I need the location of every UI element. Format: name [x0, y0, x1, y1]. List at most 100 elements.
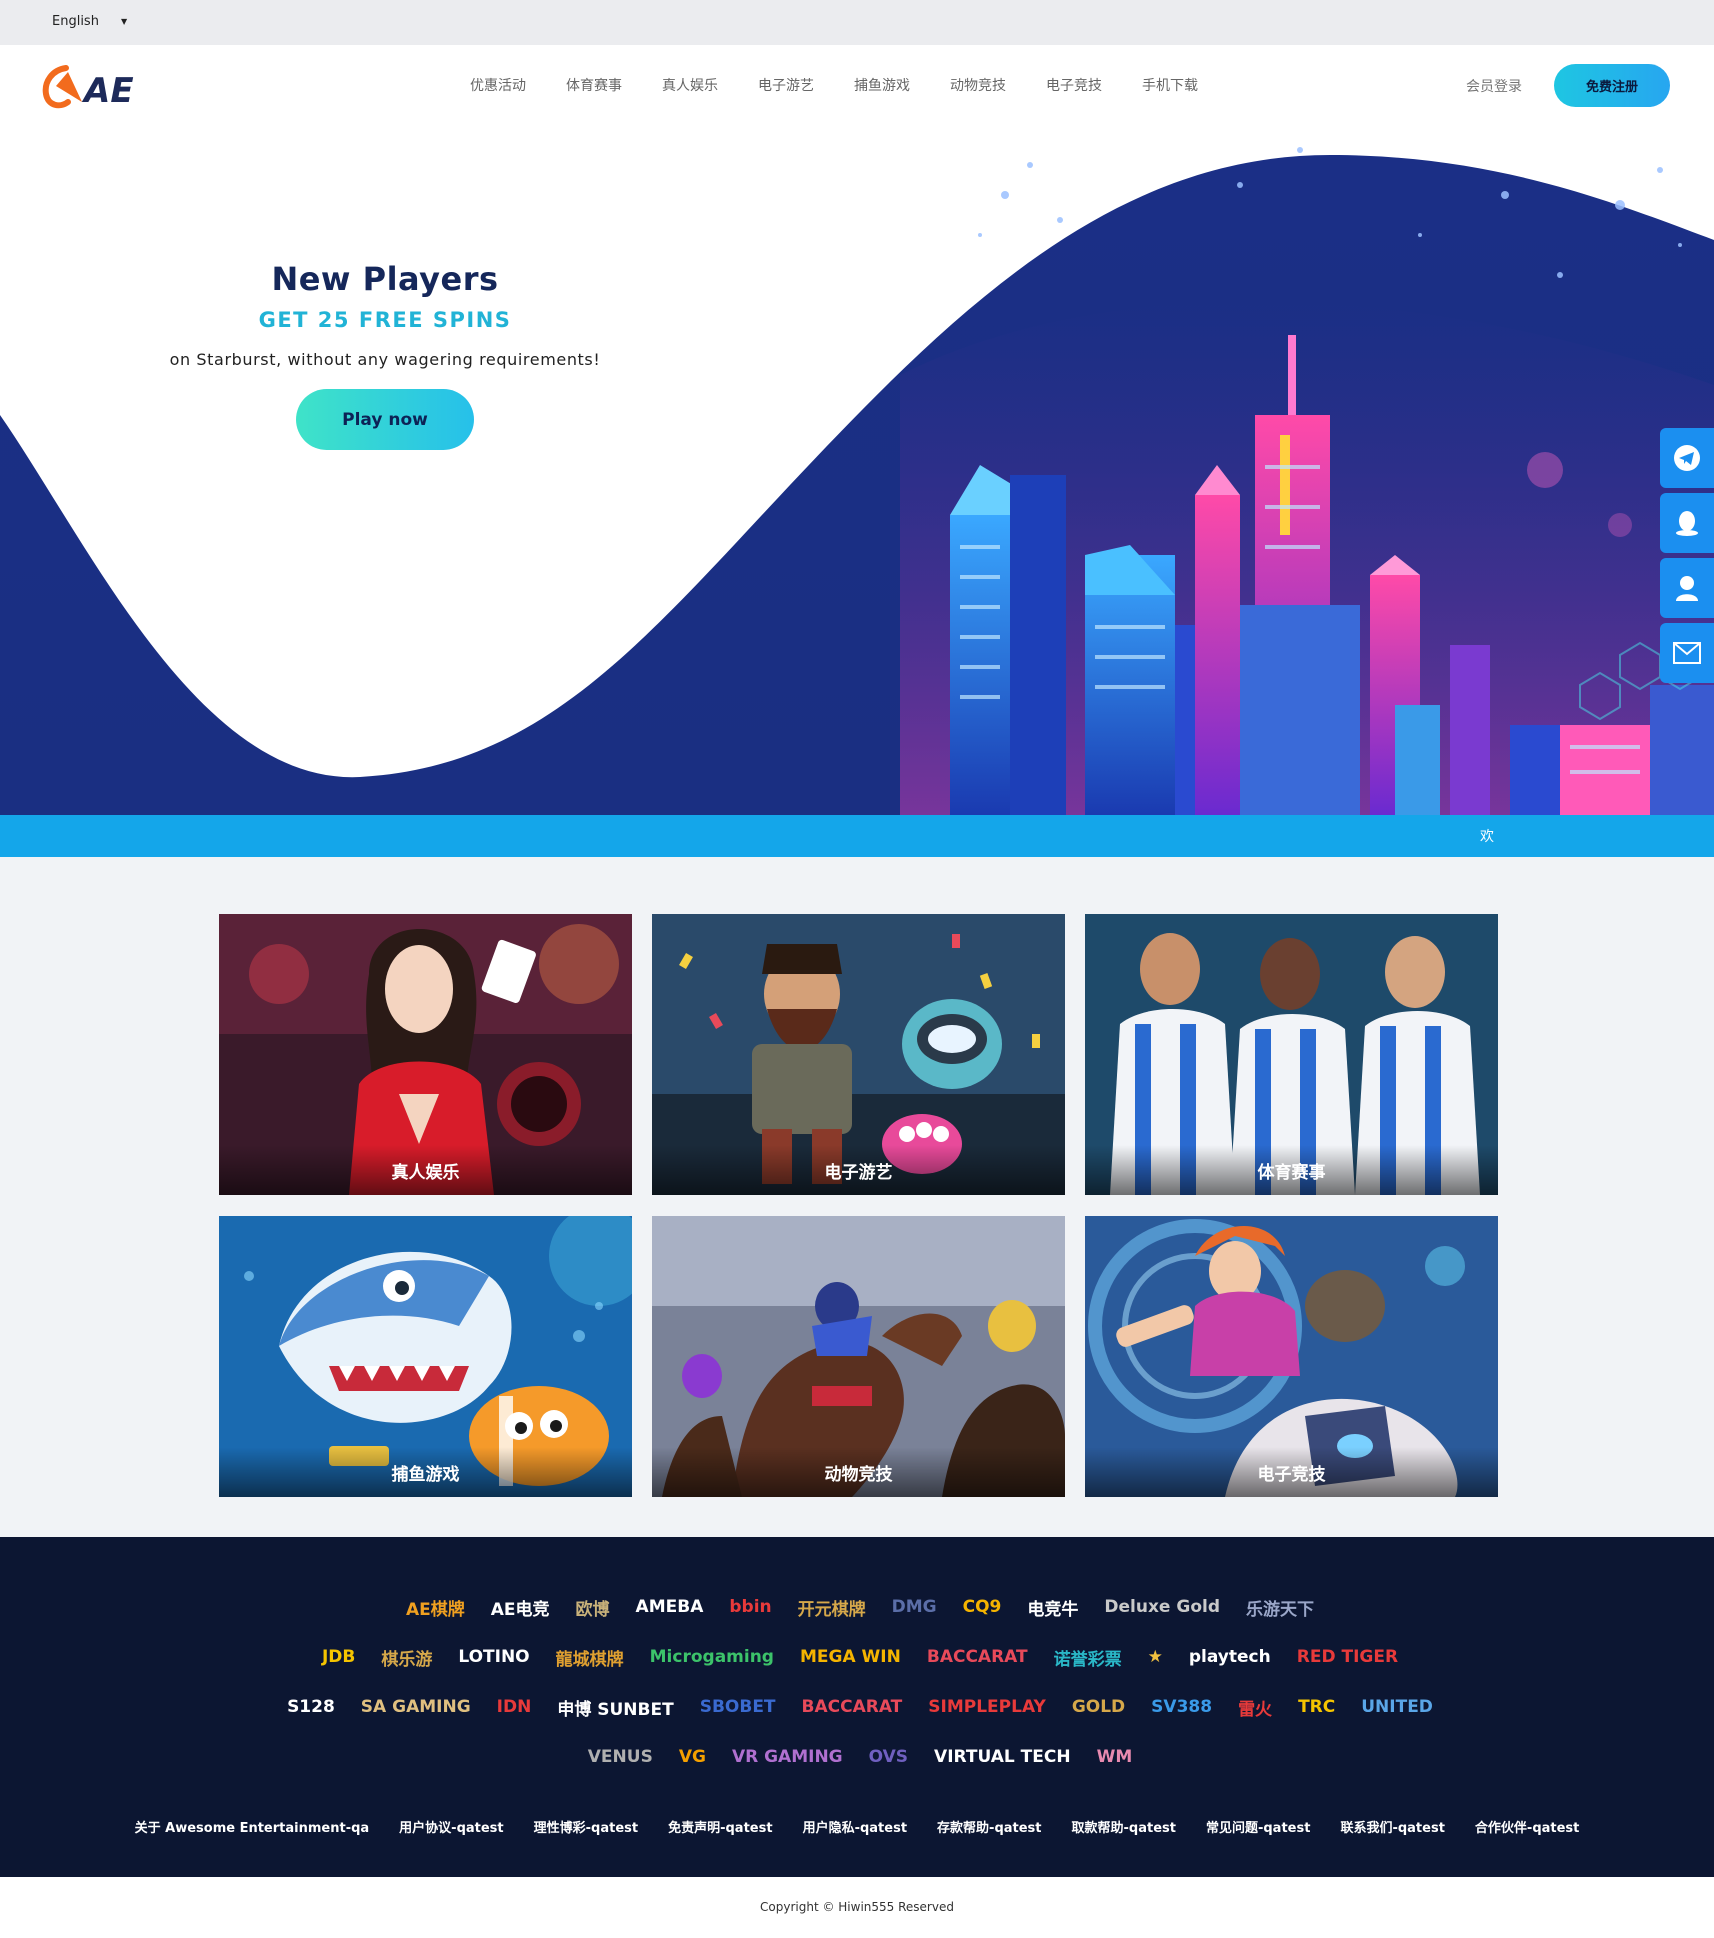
- nav-item-sports[interactable]: 体育赛事: [566, 75, 622, 95]
- ae-logo-icon: AE: [42, 65, 134, 111]
- footer-links: 关于 Awesome Entertainment-qa 用户协议-qatest 理性…: [0, 1817, 1714, 1836]
- footer-link[interactable]: 免责声明-qatest: [668, 1817, 772, 1836]
- nav-item-slots[interactable]: 电子游艺: [758, 75, 814, 95]
- provider-logo[interactable]: LOTINO: [458, 1647, 529, 1667]
- side-contact-bar: [1660, 428, 1714, 688]
- nav-item-animal[interactable]: 动物竞技: [950, 75, 1006, 95]
- provider-logo[interactable]: 棋乐游: [381, 1645, 432, 1670]
- provider-logo[interactable]: VR GAMING: [732, 1747, 843, 1767]
- game-tile-fishing[interactable]: 捕鱼游戏: [219, 1216, 632, 1497]
- play-now-button[interactable]: Play now: [296, 389, 474, 450]
- ticker-text: 欢: [1480, 829, 1494, 845]
- provider-logo[interactable]: AE棋牌: [406, 1595, 465, 1620]
- provider-logo[interactable]: S128: [287, 1697, 335, 1717]
- footer-link[interactable]: 联系我们-qatest: [1340, 1817, 1444, 1836]
- login-link[interactable]: 会员登录: [1466, 76, 1522, 96]
- game-tile-horse-racing[interactable]: 动物竞技: [652, 1216, 1065, 1497]
- language-label: English: [52, 14, 99, 29]
- provider-logo[interactable]: GOLD: [1072, 1697, 1125, 1717]
- provider-logo[interactable]: BACCARAT: [802, 1697, 903, 1717]
- nav-item-promotions[interactable]: 优惠活动: [470, 75, 526, 95]
- provider-logo[interactable]: 电竞牛: [1027, 1595, 1078, 1620]
- site-header: AE 优惠活动 体育赛事 真人娱乐 电子游艺 捕鱼游戏 动物竞技 电子竞技 手机…: [0, 45, 1714, 125]
- nav-item-esports[interactable]: 电子竞技: [1046, 75, 1102, 95]
- footer-link[interactable]: 常见问题-qatest: [1206, 1817, 1310, 1836]
- provider-logo[interactable]: SV388: [1151, 1697, 1212, 1717]
- provider-logo[interactable]: VENUS: [588, 1747, 653, 1767]
- hero-content: New Players GET 25 FREE SPINS on Starbur…: [150, 260, 620, 450]
- provider-logo[interactable]: SBOBET: [700, 1697, 776, 1717]
- provider-logo[interactable]: bbin: [729, 1597, 771, 1617]
- game-tile-sports[interactable]: 体育赛事: [1085, 914, 1498, 1195]
- support-icon[interactable]: [1660, 558, 1714, 618]
- register-button[interactable]: 免费注册: [1554, 64, 1670, 107]
- provider-logo[interactable]: AMEBA: [636, 1597, 704, 1617]
- footer-link[interactable]: 理性博彩-qatest: [534, 1817, 638, 1836]
- provider-logo[interactable]: VG: [679, 1747, 706, 1767]
- caret-down-icon: ▼: [120, 17, 128, 26]
- provider-logo[interactable]: 乐游天下: [1246, 1595, 1314, 1620]
- hero-banner: New Players GET 25 FREE SPINS on Starbur…: [0, 125, 1714, 815]
- nav-item-fishing[interactable]: 捕鱼游戏: [854, 75, 910, 95]
- provider-logo[interactable]: OVS: [869, 1747, 908, 1767]
- footer-link[interactable]: 用户隐私-qatest: [803, 1817, 907, 1836]
- provider-logo[interactable]: TRC: [1298, 1697, 1335, 1717]
- footer-link[interactable]: 合作伙伴-qatest: [1475, 1817, 1579, 1836]
- copyright: Copyright © Hiwin555 Reserved: [0, 1877, 1714, 1938]
- provider-logo[interactable]: 开元棋牌: [798, 1595, 866, 1620]
- game-tile-slots[interactable]: 电子游艺: [652, 914, 1065, 1195]
- footer-link[interactable]: 关于 Awesome Entertainment-qa: [135, 1817, 370, 1836]
- provider-logo[interactable]: AE电竞: [491, 1595, 550, 1620]
- provider-logo[interactable]: 诺誉彩票: [1054, 1645, 1122, 1670]
- logo[interactable]: AE: [42, 62, 138, 112]
- tile-label: 真人娱乐: [219, 1145, 632, 1195]
- main-nav: 优惠活动 体育赛事 真人娱乐 电子游艺 捕鱼游戏 动物竞技 电子竞技 手机下载: [470, 45, 1238, 125]
- provider-row: VENUS VG VR GAMING OVS VIRTUAL TECH WM: [260, 1732, 1460, 1782]
- game-tile-live-casino[interactable]: 真人娱乐: [219, 914, 632, 1195]
- provider-logo[interactable]: IDN: [497, 1697, 532, 1717]
- hero-description: on Starburst, without any wagering requi…: [169, 350, 601, 369]
- provider-logo[interactable]: WM: [1097, 1747, 1133, 1767]
- provider-logo[interactable]: VIRTUAL TECH: [934, 1747, 1071, 1767]
- hero-subtitle: GET 25 FREE SPINS: [258, 308, 512, 332]
- telegram-icon[interactable]: [1660, 428, 1714, 488]
- tile-label: 动物竞技: [652, 1447, 1065, 1497]
- footer-link[interactable]: 存款帮助-qatest: [937, 1817, 1041, 1836]
- provider-logo[interactable]: 申博 SUNBET: [557, 1695, 673, 1720]
- provider-logo[interactable]: 雷火: [1238, 1695, 1272, 1720]
- provider-logo[interactable]: ★: [1148, 1647, 1163, 1667]
- footer-link[interactable]: 取款帮助-qatest: [1072, 1817, 1176, 1836]
- language-bar: English ▼: [0, 0, 1714, 45]
- tile-label: 捕鱼游戏: [219, 1447, 632, 1497]
- game-tile-esports[interactable]: 电子竞技: [1085, 1216, 1498, 1497]
- hero-title: New Players: [271, 260, 499, 298]
- nav-item-live[interactable]: 真人娱乐: [662, 75, 718, 95]
- provider-logo[interactable]: SA GAMING: [361, 1697, 471, 1717]
- provider-logo[interactable]: 龍城棋牌: [556, 1645, 624, 1670]
- provider-logo[interactable]: UNITED: [1361, 1697, 1433, 1717]
- provider-logo[interactable]: Deluxe Gold: [1104, 1597, 1220, 1617]
- nav-item-mobile[interactable]: 手机下载: [1142, 75, 1198, 95]
- announcement-ticker: 欢: [0, 815, 1714, 857]
- footer-link[interactable]: 用户协议-qatest: [399, 1817, 503, 1836]
- provider-logo[interactable]: BACCARAT: [927, 1647, 1028, 1667]
- language-selector[interactable]: English ▼: [52, 14, 127, 29]
- tile-label: 体育赛事: [1085, 1145, 1498, 1195]
- provider-logo[interactable]: 欧博: [576, 1595, 610, 1620]
- provider-logo[interactable]: SIMPLEPLAY: [928, 1697, 1046, 1717]
- mail-icon[interactable]: [1660, 623, 1714, 683]
- provider-logo[interactable]: RED TIGER: [1297, 1647, 1398, 1667]
- provider-logo[interactable]: playtech: [1189, 1647, 1271, 1667]
- provider-row: AE棋牌 AE电竞 欧博 AMEBA bbin 开元棋牌 DMG CQ9 电竞牛 Deluxe G…: [260, 1582, 1460, 1632]
- logo-text: AE: [81, 71, 134, 111]
- provider-logo[interactable]: MEGA WIN: [800, 1647, 901, 1667]
- provider-row: S128 SA GAMING IDN 申博 SUNBET SBOBET BACCARAT S…: [260, 1682, 1460, 1732]
- provider-logo[interactable]: DMG: [892, 1597, 937, 1617]
- qq-icon[interactable]: [1660, 493, 1714, 553]
- provider-row: JDB 棋乐游 LOTINO 龍城棋牌 Microgaming MEGA WIN BACCA…: [260, 1632, 1460, 1682]
- provider-logo[interactable]: Microgaming: [650, 1647, 774, 1667]
- provider-logo[interactable]: CQ9: [963, 1597, 1002, 1617]
- hero-city-illustration: [0, 147, 1714, 815]
- provider-logo[interactable]: JDB: [322, 1647, 355, 1667]
- provider-logos: AE棋牌 AE电竞 欧博 AMEBA bbin 开元棋牌 DMG CQ9 电竞牛 Deluxe G…: [260, 1582, 1460, 1782]
